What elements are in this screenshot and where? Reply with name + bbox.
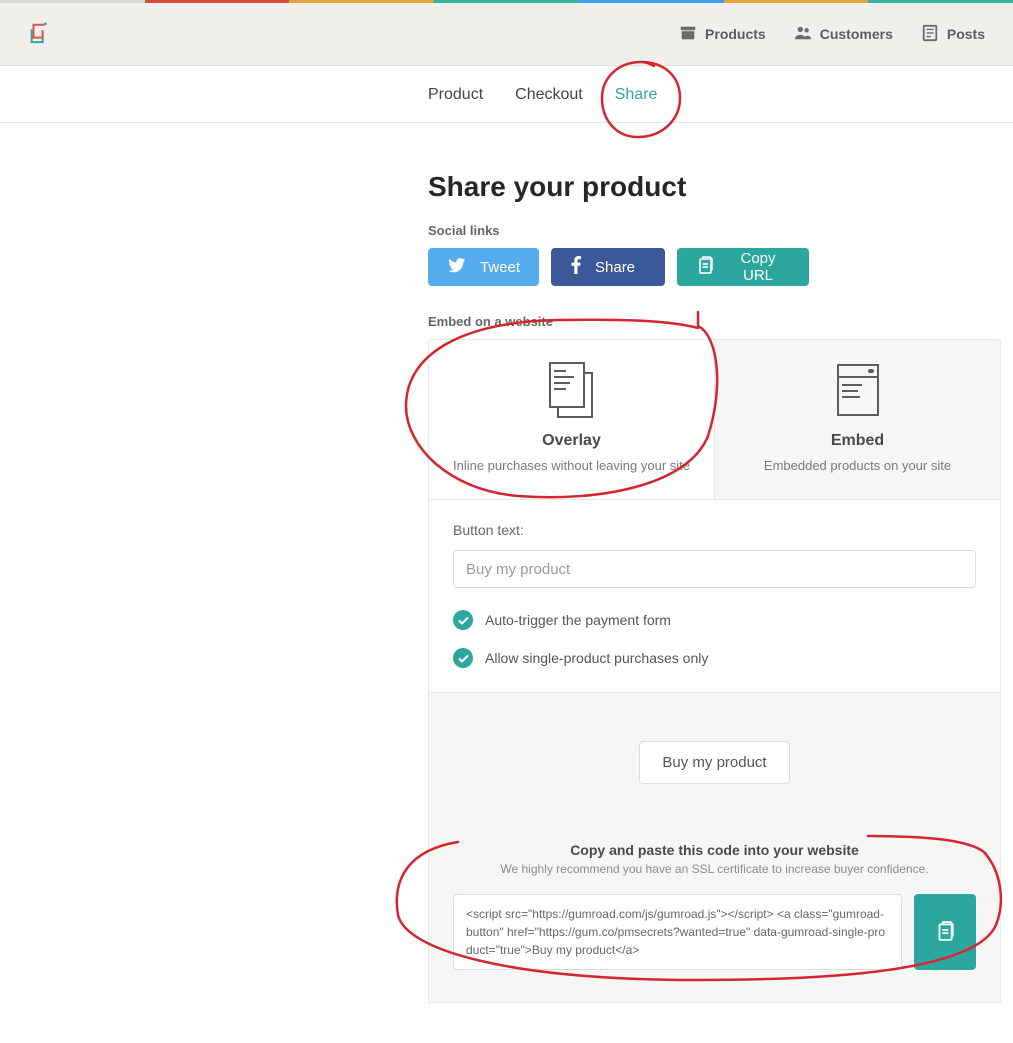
- facebook-share-button[interactable]: Share: [551, 248, 665, 286]
- copy-sub: We highly recommend you have an SSL cert…: [453, 862, 976, 876]
- archive-icon: [679, 24, 697, 45]
- copy-code-button[interactable]: [914, 894, 976, 970]
- document-icon: [921, 24, 939, 45]
- copy-url-button[interactable]: Copy URL: [677, 248, 809, 286]
- button-label: Copy URL: [727, 250, 789, 284]
- preview-buy-button[interactable]: Buy my product: [639, 741, 789, 784]
- card-desc: Embedded products on your site: [725, 458, 990, 473]
- tweet-button[interactable]: Tweet: [428, 248, 539, 286]
- nav-posts[interactable]: Posts: [921, 24, 985, 45]
- facebook-icon: [571, 256, 581, 278]
- twitter-icon: [448, 258, 466, 277]
- people-icon: [794, 24, 812, 45]
- overlay-icon: [544, 362, 600, 418]
- logo-icon[interactable]: [28, 22, 50, 46]
- button-text-label: Button text:: [453, 522, 976, 538]
- card-title: Embed: [725, 432, 990, 450]
- page-title: Share your product: [428, 171, 1001, 203]
- nav-label: Products: [705, 26, 766, 42]
- copy-heading: Copy and paste this code into your websi…: [453, 842, 976, 858]
- checkbox-label: Allow single-product purchases only: [485, 650, 708, 666]
- nav-label: Posts: [947, 26, 985, 42]
- sub-nav: Product Checkout Share: [0, 66, 1013, 123]
- embed-card-embed[interactable]: Embed Embedded products on your site: [714, 340, 1000, 499]
- button-label: Share: [595, 259, 635, 276]
- embed-card-overlay[interactable]: Overlay Inline purchases without leaving…: [429, 340, 714, 499]
- brand-stripe: [0, 0, 1013, 3]
- button-text-input[interactable]: [453, 550, 976, 588]
- top-header: Products Customers Posts: [0, 3, 1013, 66]
- tab-checkout[interactable]: Checkout: [515, 86, 583, 104]
- social-links-label: Social links: [428, 223, 1001, 238]
- main-content: Share your product Social links Tweet Sh…: [428, 123, 1001, 1043]
- card-title: Overlay: [439, 432, 704, 450]
- single-product-checkbox[interactable]: [453, 648, 473, 668]
- embed-label: Embed on a website: [428, 314, 1001, 329]
- tab-share[interactable]: Share: [615, 86, 658, 104]
- checkbox-label: Auto-trigger the payment form: [485, 612, 671, 628]
- nav-products[interactable]: Products: [679, 24, 766, 45]
- tab-product[interactable]: Product: [428, 86, 483, 104]
- embed-icon: [830, 362, 886, 418]
- clipboard-icon: [936, 921, 954, 944]
- card-desc: Inline purchases without leaving your si…: [439, 458, 704, 473]
- embed-code-box[interactable]: <script src="https://gumroad.com/js/gumr…: [453, 894, 902, 970]
- nav-customers[interactable]: Customers: [794, 24, 893, 45]
- button-label: Tweet: [480, 259, 520, 276]
- auto-trigger-checkbox[interactable]: [453, 610, 473, 630]
- clipboard-icon: [697, 256, 713, 278]
- nav-label: Customers: [820, 26, 893, 42]
